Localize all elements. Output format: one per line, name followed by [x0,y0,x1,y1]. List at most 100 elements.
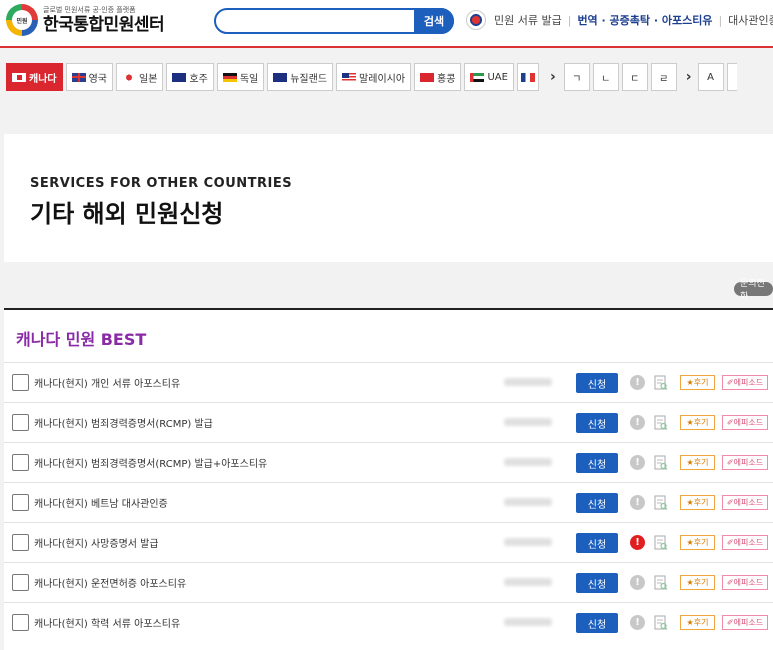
episode-button[interactable]: ✐에피소드 [722,535,768,550]
service-name[interactable]: 캐나다(현지) 개인 서류 아포스티유 [34,375,180,390]
site-header: 민원 글로벌 민원서류 공·인증 플랫폼 한국통합민원센터 검색 민원 서류 발… [0,0,773,48]
link-translation-apostille[interactable]: 번역 · 공증촉탁 · 아포스티유 [577,12,712,28]
country-tab-australia[interactable]: 호주 [166,63,214,91]
letter-tab[interactable]: ㄱ [563,63,590,91]
korea-flag-icon [466,10,486,30]
price-hidden [504,418,552,426]
document-search-icon[interactable] [654,575,668,591]
select-checkbox[interactable] [12,494,29,511]
review-button[interactable]: ★후기 [680,615,715,630]
country-label: 말레이시아 [359,73,406,85]
next-arrow-icon[interactable]: › [686,69,692,85]
info-icon[interactable]: ! [630,495,645,510]
country-label: 뉴질랜드 [290,73,328,85]
letter-tab[interactable]: ㄷ [621,63,648,91]
price-hidden [504,578,552,586]
country-label: 호주 [189,73,208,85]
link-embassy-cert[interactable]: 대사관인증 [728,12,773,28]
episode-button[interactable]: ✐에피소드 [722,375,768,390]
country-tab-uae[interactable]: UAE [464,63,514,91]
episode-button[interactable]: ✐에피소드 [722,615,768,630]
info-icon[interactable]: ! [630,615,645,630]
apply-button[interactable]: 신청 [576,413,618,433]
document-search-icon[interactable] [654,415,668,431]
document-search-icon[interactable] [654,615,668,631]
country-label: 독일 [239,73,259,85]
episode-button[interactable]: ✐에피소드 [722,495,768,510]
select-checkbox[interactable] [12,454,29,471]
country-tab-malaysia[interactable]: 말레이시아 [336,63,412,91]
document-search-icon[interactable] [654,455,668,471]
info-icon[interactable]: ! [630,575,645,590]
document-search-icon[interactable] [654,535,668,551]
next-arrow-icon[interactable]: › [550,69,556,85]
select-checkbox[interactable] [12,534,29,551]
select-checkbox[interactable] [12,414,29,431]
best-item-row: 캐나다(현지) 베트남 대사관인증 신청! ★후기 ✐에피소드 [4,482,773,522]
service-name[interactable]: 캐나다(현지) 사망증명서 발급 [34,535,159,550]
logo-emblem-icon: 민원 [6,4,38,36]
select-checkbox[interactable] [12,614,29,631]
review-button[interactable]: ★후기 [680,495,715,510]
best-item-row: 캐나다(현지) 범죄경력증명서(RCMP) 발급+아포스티유 신청! ★후기 ✐에피소… [4,442,773,482]
country-tab-newzealand[interactable]: 뉴질랜드 [267,63,334,91]
apply-button[interactable]: 신청 [576,373,618,393]
review-button[interactable]: ★후기 [680,415,715,430]
apply-button[interactable]: 신청 [576,533,618,553]
price-hidden [504,378,552,386]
info-icon[interactable]: ! [630,535,645,550]
info-icon[interactable]: ! [630,375,645,390]
logo-title: 한국통합민원센터 [43,14,165,35]
site-logo[interactable]: 민원 글로벌 민원서류 공·인증 플랫폼 한국통합민원센터 [6,4,165,36]
service-name[interactable]: 캐나다(현지) 베트남 대사관인증 [34,495,168,510]
review-button[interactable]: ★후기 [680,535,715,550]
info-icon[interactable]: ! [630,455,645,470]
search-button[interactable]: 검색 [414,8,454,34]
japan-flag-icon [122,72,137,82]
service-name[interactable]: 캐나다(현지) 범죄경력증명서(RCMP) 발급+아포스티유 [34,455,267,470]
inquiry-badge[interactable]: 문의전화 [734,279,773,302]
banner-korean-title: 기타 해외 민원신청 [30,200,224,228]
logo-badge-text: 민원 [12,10,32,30]
apply-button[interactable]: 신청 [576,493,618,513]
document-search-icon[interactable] [654,495,668,511]
review-button[interactable]: ★후기 [680,575,715,590]
info-icon[interactable]: ! [630,415,645,430]
uk-flag-icon [71,72,86,82]
country-tab-canada[interactable]: 캐나다 [6,63,63,91]
best-list: 캐나다 민원 BEST 캐나다(현지) 개인 서류 아포스티유 신청! ★후기 ✐에피… [4,308,773,650]
search-box: 검색 [214,8,454,34]
episode-button[interactable]: ✐에피소드 [722,455,768,470]
episode-button[interactable]: ✐에피소드 [722,415,768,430]
select-checkbox[interactable] [12,374,29,391]
country-tab-hongkong[interactable]: 홍콩 [414,63,462,91]
select-checkbox[interactable] [12,574,29,591]
banner-english-title: SERVICES FOR OTHER COUNTRIES [30,176,293,191]
letter-tab[interactable]: ㄴ [592,63,619,91]
review-button[interactable]: ★후기 [680,455,715,470]
separator: | [567,13,572,27]
service-name[interactable]: 캐나다(현지) 운전면허증 아포스티유 [34,575,186,590]
review-button[interactable]: ★후기 [680,375,715,390]
letter-tab[interactable]: ㄹ [650,63,677,91]
service-name[interactable]: 캐나다(현지) 범죄경력증명서(RCMP) 발급 [34,415,213,430]
document-search-icon[interactable] [654,375,668,391]
country-tab-france[interactable] [516,63,539,91]
link-document-issue[interactable]: 민원 서류 발급 [494,12,562,28]
service-name[interactable]: 캐나다(현지) 학력 서류 아포스티유 [34,615,180,630]
logo-subtitle: 글로벌 민원서류 공·인증 플랫폼 [43,5,136,14]
newzealand-flag-icon [273,72,288,82]
best-item-row: 캐나다(현지) 사망증명서 발급 신청! ★후기 ✐에피소드 [4,522,773,562]
australia-flag-icon [172,72,187,82]
letter-tab[interactable] [726,63,737,91]
country-tab-uk[interactable]: 영국 [65,63,114,91]
apply-button[interactable]: 신청 [576,613,618,633]
letter-tab[interactable]: A [697,63,724,91]
apply-button[interactable]: 신청 [576,573,618,593]
best-item-row: 캐나다(현지) 개인 서류 아포스티유 신청! ★후기 ✐에피소드 [4,362,773,402]
country-tab-japan[interactable]: 일본 [116,63,164,91]
apply-button[interactable]: 신청 [576,453,618,473]
episode-button[interactable]: ✐에피소드 [722,575,768,590]
country-tab-germany[interactable]: 독일 [216,63,265,91]
search-input[interactable] [228,13,408,29]
